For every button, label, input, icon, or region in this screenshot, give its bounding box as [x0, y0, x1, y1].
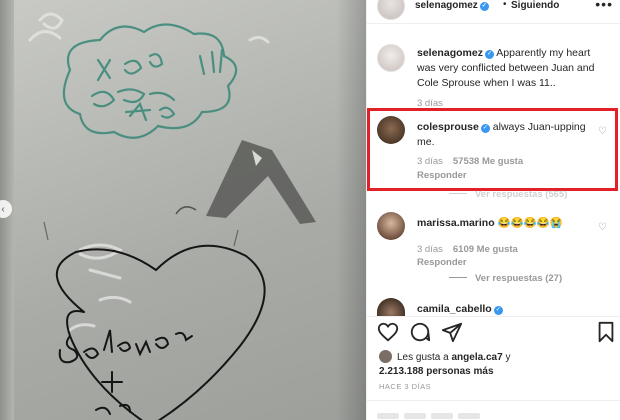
post-header: selenagomez ✓ • Siguiendo •••	[367, 0, 620, 24]
separator-dot: •	[503, 0, 507, 10]
comment-username[interactable]: colesprouse	[417, 121, 479, 133]
likes-prefix: Les gusta a	[397, 352, 449, 363]
more-options-icon[interactable]: •••	[595, 0, 613, 12]
comment-avatar[interactable]	[377, 212, 405, 240]
heart-icon[interactable]: ♡	[598, 126, 607, 137]
heart-icon[interactable]	[377, 321, 399, 343]
comment-meta: 3 días 6109 Me gusta	[417, 244, 518, 255]
comment-likes[interactable]: 6109 Me gusta	[453, 244, 518, 255]
comments-panel: selenagomez ✓ • Siguiendo ••• selenagomez…	[366, 0, 620, 420]
view-replies-link[interactable]: Ver respuestas (27)	[449, 273, 562, 284]
author-avatar[interactable]	[377, 0, 405, 20]
comment-avatar[interactable]	[377, 298, 405, 316]
caption-avatar[interactable]	[377, 44, 405, 72]
comment-body: 😂😂😂😂😭	[497, 217, 563, 229]
caption-username[interactable]: selenagomez	[417, 47, 483, 59]
divider	[367, 400, 620, 401]
verified-badge-icon: ✓	[479, 2, 489, 11]
reply-button[interactable]: Responder	[417, 257, 467, 268]
graffiti-drawing	[28, 12, 316, 420]
comment-username[interactable]: camila_cabello	[417, 303, 492, 315]
post-photo: ‹	[0, 0, 366, 420]
comment-text: colesprouse ✓ always Juan-upping me.	[417, 120, 597, 150]
liker-avatar[interactable]	[379, 350, 392, 363]
verified-badge-icon: ✓	[480, 124, 490, 133]
bookmark-icon[interactable]	[595, 321, 617, 343]
comment-text: camila_cabello ✓	[417, 302, 597, 317]
verified-badge-icon: ✓	[493, 306, 503, 315]
likes-summary: Les gusta a angela.ca7 y 2.213.188 perso…	[379, 350, 609, 379]
comment-icon[interactable]	[409, 321, 431, 343]
comment-meta: 3 días 57538 Me gusta	[417, 156, 523, 167]
likes-count[interactable]: 2.213.188 personas más	[379, 366, 494, 377]
verified-badge-icon: ✓	[484, 50, 494, 59]
caption-text: selenagomez ✓ Apparently my heart was ver…	[417, 46, 597, 91]
liker-username[interactable]: angela.ca7	[452, 352, 503, 363]
comment-likes[interactable]: 57538 Me gusta	[453, 156, 523, 167]
view-replies-link[interactable]: Ver respuestas (565)	[449, 189, 567, 200]
comment-text: marissa.marino 😂😂😂😂😭	[417, 216, 597, 231]
post-time-ago: HACE 3 DÍAS	[379, 382, 432, 391]
add-comment-placeholder[interactable]	[377, 406, 607, 419]
comment-avatar[interactable]	[377, 116, 405, 144]
author-username-text[interactable]: selenagomez	[415, 0, 478, 11]
action-bar	[367, 316, 620, 346]
following-button[interactable]: Siguiendo	[511, 0, 559, 11]
comment-username[interactable]: marissa.marino	[417, 217, 495, 229]
reply-button[interactable]: Responder	[417, 170, 467, 181]
author-username[interactable]: selenagomez ✓	[415, 0, 489, 11]
comment-time: 3 días	[417, 244, 443, 255]
photo-shade	[336, 0, 366, 420]
share-icon[interactable]	[441, 321, 463, 343]
likes-conj: y	[505, 352, 511, 363]
heart-icon[interactable]: ♡	[598, 222, 607, 233]
comment-time: 3 días	[417, 156, 443, 167]
